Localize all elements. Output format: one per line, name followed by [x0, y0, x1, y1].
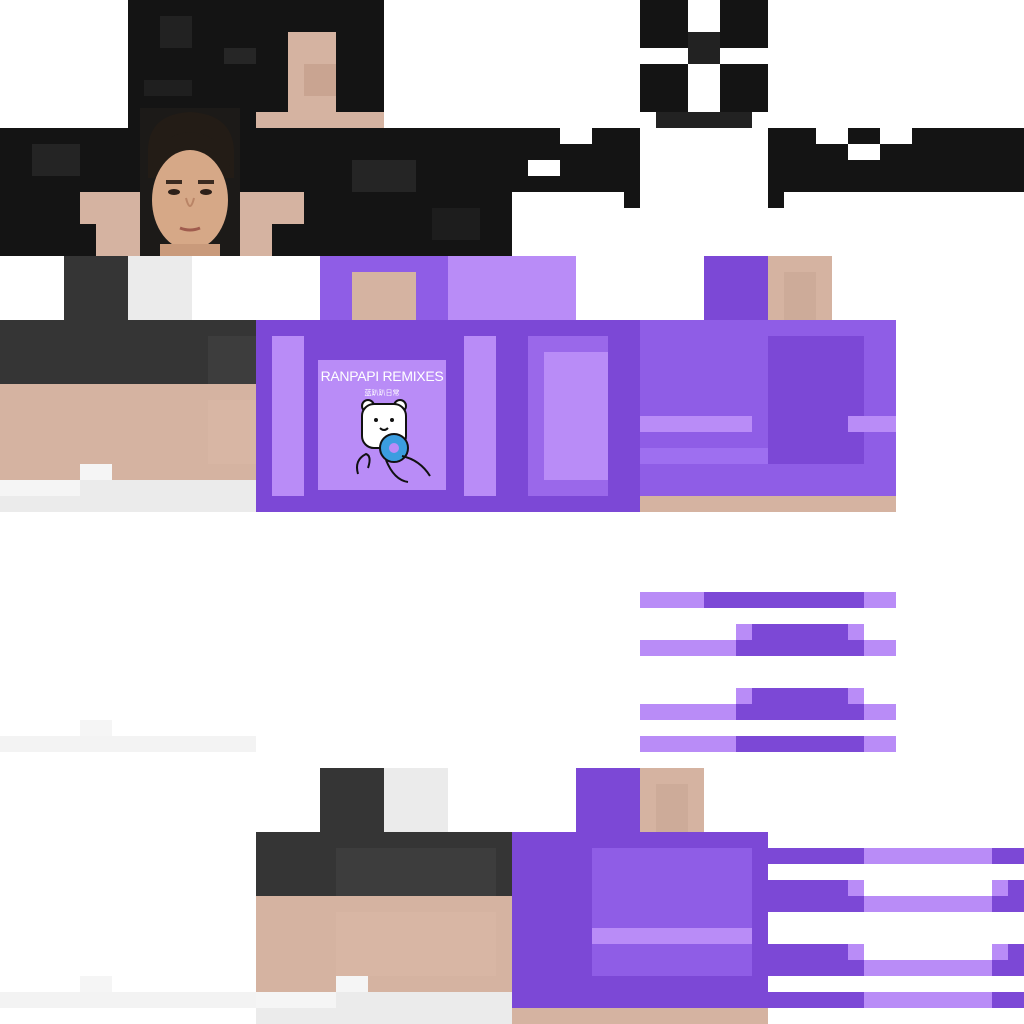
overlay-pixel — [688, 32, 720, 64]
left-leg-overlay — [80, 976, 112, 992]
left-sleeve-overlay — [768, 896, 864, 912]
arm-sleeve-mid — [640, 448, 768, 464]
left-sleeve-overlay — [768, 960, 864, 976]
left-sleeve-overlay — [768, 880, 848, 896]
sleeve-overlay-stripe-dark — [752, 688, 848, 704]
sleeve-overlay-stripe-dark — [736, 704, 864, 720]
left-arm-top-purple — [576, 768, 640, 832]
face-skin-right — [240, 192, 304, 224]
neck-skin — [352, 272, 416, 320]
overlay-hair-tail — [768, 192, 784, 208]
hair-texture-1 — [160, 16, 192, 48]
left-sleeve-overlay — [864, 960, 992, 976]
overlay-hair-gap — [816, 128, 848, 144]
overlay-pixel — [640, 64, 688, 112]
left-sleeve-overlay — [848, 944, 864, 960]
head-chin-skin-bottom — [256, 112, 384, 128]
left-sleeve-overlay — [768, 848, 864, 864]
left-sleeve-overlay — [992, 848, 1024, 864]
left-leg-top-white — [384, 768, 448, 832]
sleeve-overlay-stripe-dark — [704, 592, 864, 608]
left-leg-skin-shade — [336, 912, 496, 976]
polar-bear-with-donut-icon — [356, 399, 431, 483]
left-sleeve-overlay — [992, 896, 1024, 912]
arm-sleeve-light-bar — [640, 416, 752, 432]
left-sleeve-overlay — [992, 992, 1024, 1008]
torso-side-lighter — [544, 352, 608, 480]
overlay-hair-gap — [560, 128, 592, 144]
sleeve-overlay-stripe-dark — [752, 624, 848, 640]
left-arm-skin-bottom — [512, 1008, 768, 1024]
overlay-hair-gap — [880, 128, 912, 144]
left-sleeve-overlay — [1008, 880, 1024, 896]
arm-sleeve-dark — [768, 336, 864, 464]
left-arm-sleeve-mid — [592, 848, 752, 976]
left-leg-overlay — [0, 992, 256, 1008]
left-sleeve-overlay — [768, 944, 848, 960]
left-leg-shorts-texture — [336, 848, 496, 896]
left-sleeve-overlay — [768, 992, 864, 1008]
hair-texture-6 — [432, 208, 480, 240]
left-sleeve-overlay — [992, 960, 1024, 976]
human-face-photo-icon — [140, 108, 240, 256]
hair-texture-5 — [352, 160, 416, 192]
overlay-hair-gap — [848, 144, 880, 160]
leg-top-white — [128, 256, 192, 320]
torso-stripe-left — [272, 336, 304, 496]
hair-texture-4 — [32, 144, 80, 176]
face-skin-left-lower — [96, 224, 144, 256]
left-sleeve-overlay — [992, 880, 1008, 896]
hand-skin-shade — [784, 272, 816, 320]
sock-overlay — [80, 720, 112, 736]
overlay-pixel — [656, 112, 752, 128]
overlay-hair-gap — [528, 160, 560, 176]
left-leg-top-dark — [320, 768, 384, 832]
arm-sleeve-light-bar — [848, 416, 896, 432]
torso-bottom-light — [448, 256, 576, 320]
overlay-pixel — [720, 64, 768, 112]
hair-texture-3 — [144, 80, 192, 96]
arm-skin-bottom — [640, 496, 896, 512]
left-sleeve-overlay — [864, 992, 992, 1008]
sleeve-overlay-stripe-dark — [736, 640, 864, 656]
arm-top-purple — [704, 256, 768, 320]
face-skin-left — [80, 192, 144, 224]
album-cover: RANPAPI REMIXES 蓝趴趴日常 — [318, 360, 446, 490]
sock-overlay — [0, 736, 256, 752]
left-sleeve-overlay — [1008, 944, 1024, 960]
hair-texture-2 — [224, 48, 256, 64]
skin-texture: RANPAPI REMIXES 蓝趴趴日常 — [0, 0, 1024, 1024]
left-sleeve-overlay — [848, 880, 864, 896]
left-leg-sock-bright — [336, 976, 368, 992]
overlay-pixel — [720, 0, 768, 48]
left-leg-sock-bright — [256, 992, 336, 1008]
leg-sock-bright — [80, 464, 112, 480]
leg-shorts-texture — [208, 336, 256, 384]
face-skin-right-lower — [240, 224, 272, 256]
left-hand-skin-shade — [656, 784, 688, 832]
left-sleeve-overlay — [864, 896, 992, 912]
left-sleeve-overlay — [864, 848, 992, 864]
overlay-hair-tail — [624, 192, 640, 208]
head-chin-skin-shadow — [304, 64, 336, 96]
left-arm-sleeve-light-bar — [592, 928, 752, 944]
sleeve-overlay-stripe-dark — [736, 736, 864, 752]
overlay-pixel — [640, 0, 688, 48]
leg-top-dark — [64, 256, 128, 320]
leg-skin-shade — [208, 400, 256, 464]
left-sleeve-overlay — [992, 944, 1008, 960]
leg-sock-bright — [0, 480, 80, 496]
album-title: RANPAPI REMIXES — [320, 368, 444, 384]
torso-stripe-right — [464, 336, 496, 496]
